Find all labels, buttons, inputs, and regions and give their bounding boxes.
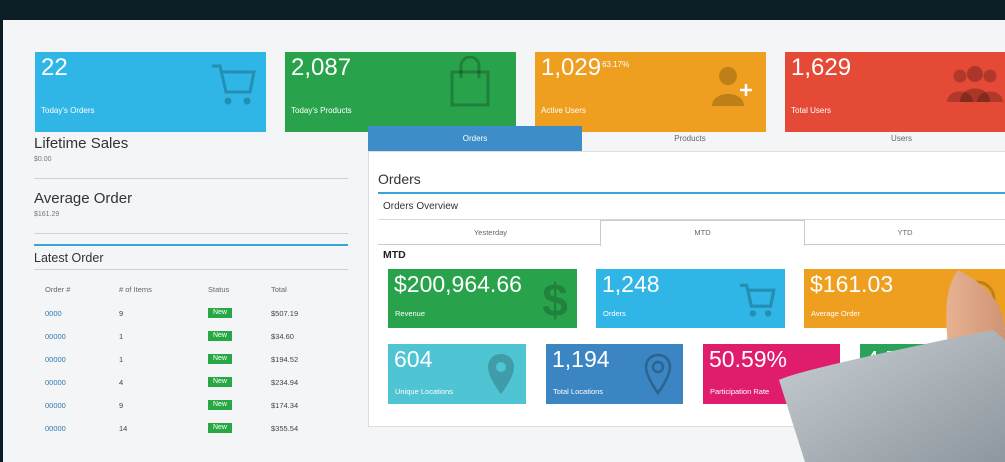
metric-tile-total-locations[interactable]: 1,194 Total Locations bbox=[546, 344, 683, 404]
metric-value: 1,194 bbox=[552, 346, 610, 372]
latest-order-accent bbox=[34, 244, 348, 246]
stat-value: 2,087 bbox=[291, 54, 352, 81]
column-header-status: Status bbox=[208, 285, 230, 294]
metric-label: Revenue bbox=[395, 309, 426, 318]
metric-value: 604 bbox=[394, 346, 433, 372]
order-number-link[interactable]: 0000 bbox=[45, 309, 62, 318]
stat-card-todays-orders[interactable]: 22 Today's Orders bbox=[35, 52, 266, 132]
panel-subtitle: Orders Overview bbox=[383, 201, 459, 212]
average-order-value: $161.29 bbox=[34, 211, 60, 218]
top-bar bbox=[0, 0, 1005, 20]
dashboard-screen: 22 Today's Orders 2,087 Today's Products… bbox=[3, 20, 1005, 462]
divider bbox=[34, 178, 348, 179]
status-badge: New bbox=[208, 377, 232, 387]
column-header-items: # of Items bbox=[119, 285, 152, 294]
item-count: 14 bbox=[119, 424, 128, 433]
divider bbox=[34, 269, 348, 270]
tab-products[interactable]: Products bbox=[583, 126, 797, 151]
order-total: $34.60 bbox=[271, 332, 294, 341]
panel-title-accent bbox=[378, 192, 1005, 194]
lifetime-sales-title: Lifetime Sales bbox=[34, 135, 129, 152]
status-badge: New bbox=[208, 400, 232, 410]
tab-orders[interactable]: Orders bbox=[368, 126, 582, 151]
metric-label: Unique Locations bbox=[395, 387, 453, 396]
status-badge: New bbox=[208, 354, 232, 364]
period-tab-ytd[interactable]: YTD bbox=[805, 221, 1005, 245]
status-badge: New bbox=[208, 308, 232, 318]
status-badge: New bbox=[208, 331, 232, 341]
map-pin-icon bbox=[488, 354, 514, 394]
item-count: 9 bbox=[119, 309, 124, 318]
stat-card-total-users[interactable]: 1,629 Total Users bbox=[785, 52, 1005, 132]
metric-label: Orders bbox=[603, 309, 626, 318]
status-badge: New bbox=[208, 423, 232, 433]
stat-value: 1,02963.17% bbox=[541, 54, 630, 81]
stat-label: Today's Products bbox=[291, 106, 352, 115]
metric-tile-revenue[interactable]: $200,964.66 Revenue $ bbox=[388, 269, 577, 328]
order-total: $507.19 bbox=[271, 309, 299, 318]
cart-icon bbox=[212, 64, 256, 105]
stat-card-active-users[interactable]: 1,02963.17% Active Users bbox=[535, 52, 766, 132]
order-number-link[interactable]: 00000 bbox=[45, 401, 66, 410]
metric-value: 1,248 bbox=[602, 271, 660, 297]
average-order-title: Average Order bbox=[34, 190, 133, 207]
column-header-order: Order # bbox=[45, 285, 71, 294]
item-count: 1 bbox=[119, 332, 124, 341]
tab-users[interactable]: Users bbox=[798, 126, 1005, 151]
shopping-bag-icon bbox=[450, 56, 490, 107]
stat-label: Active Users bbox=[541, 106, 586, 115]
metric-label: Total Locations bbox=[553, 387, 604, 396]
item-count: 9 bbox=[119, 401, 124, 410]
users-group-icon bbox=[947, 66, 1003, 102]
map-pin-outline-icon bbox=[644, 353, 672, 396]
stat-label: Today's Orders bbox=[41, 106, 95, 115]
order-number-link[interactable]: 00000 bbox=[45, 424, 66, 433]
metric-tile-unique-locations[interactable]: 604 Unique Locations bbox=[388, 344, 526, 404]
order-number-link[interactable]: 00000 bbox=[45, 378, 66, 387]
stat-value: 1,629 bbox=[791, 54, 852, 81]
stat-card-todays-products[interactable]: 2,087 Today's Products bbox=[285, 52, 516, 132]
metric-value: $200,964.66 bbox=[394, 271, 522, 297]
latest-order-title: Latest Order bbox=[34, 251, 104, 265]
item-count: 4 bbox=[119, 378, 124, 387]
period-tab-mtd[interactable]: MTD bbox=[600, 220, 805, 246]
order-total: $234.94 bbox=[271, 378, 299, 387]
column-header-total: Total bbox=[271, 285, 287, 294]
order-number-link[interactable]: 00000 bbox=[45, 332, 66, 341]
stat-label: Total Users bbox=[791, 106, 832, 115]
lifetime-sales-value: $0.00 bbox=[34, 156, 52, 163]
laptop-overlay-image bbox=[779, 270, 1005, 462]
order-total: $174.34 bbox=[271, 401, 299, 410]
order-total: $194.52 bbox=[271, 355, 299, 364]
svg-text:$: $ bbox=[542, 274, 568, 324]
period-tab-yesterday[interactable]: Yesterday bbox=[380, 221, 601, 245]
dollar-icon: $ bbox=[542, 274, 568, 324]
item-count: 1 bbox=[119, 355, 124, 364]
order-number-link[interactable]: 00000 bbox=[45, 355, 66, 364]
order-total: $355.54 bbox=[271, 424, 299, 433]
stat-value: 22 bbox=[41, 54, 68, 81]
stat-percent: 63.17% bbox=[602, 60, 630, 69]
panel-title: Orders bbox=[378, 171, 421, 187]
divider bbox=[34, 233, 348, 234]
section-label: MTD bbox=[383, 249, 406, 261]
add-user-icon bbox=[712, 67, 752, 106]
